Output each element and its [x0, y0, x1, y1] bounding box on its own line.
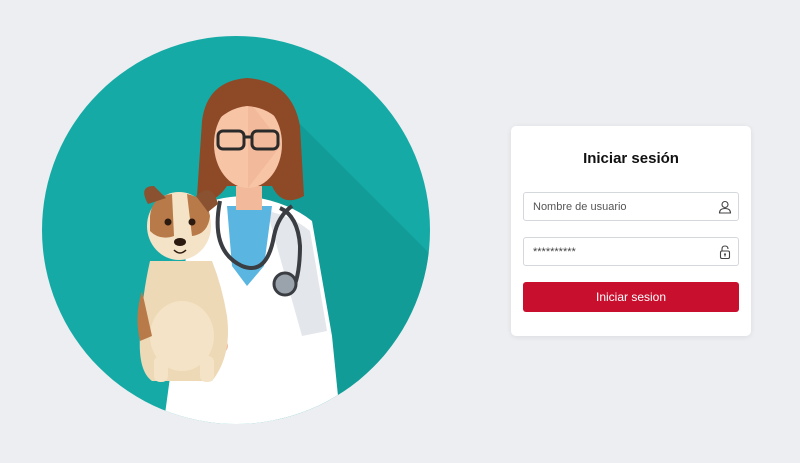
vet-with-dog-image [42, 36, 430, 424]
login-title: Iniciar sesión [583, 150, 679, 167]
login-button[interactable]: Iniciar sesion [523, 282, 739, 312]
password-input[interactable] [524, 238, 714, 265]
lock-icon [719, 245, 731, 259]
password-field[interactable] [523, 237, 739, 266]
vet-illustration [42, 36, 430, 424]
login-card: Iniciar sesión Iniciar sesion [511, 126, 751, 336]
user-icon [718, 200, 732, 214]
username-input[interactable] [524, 193, 714, 220]
username-field[interactable] [523, 192, 739, 221]
